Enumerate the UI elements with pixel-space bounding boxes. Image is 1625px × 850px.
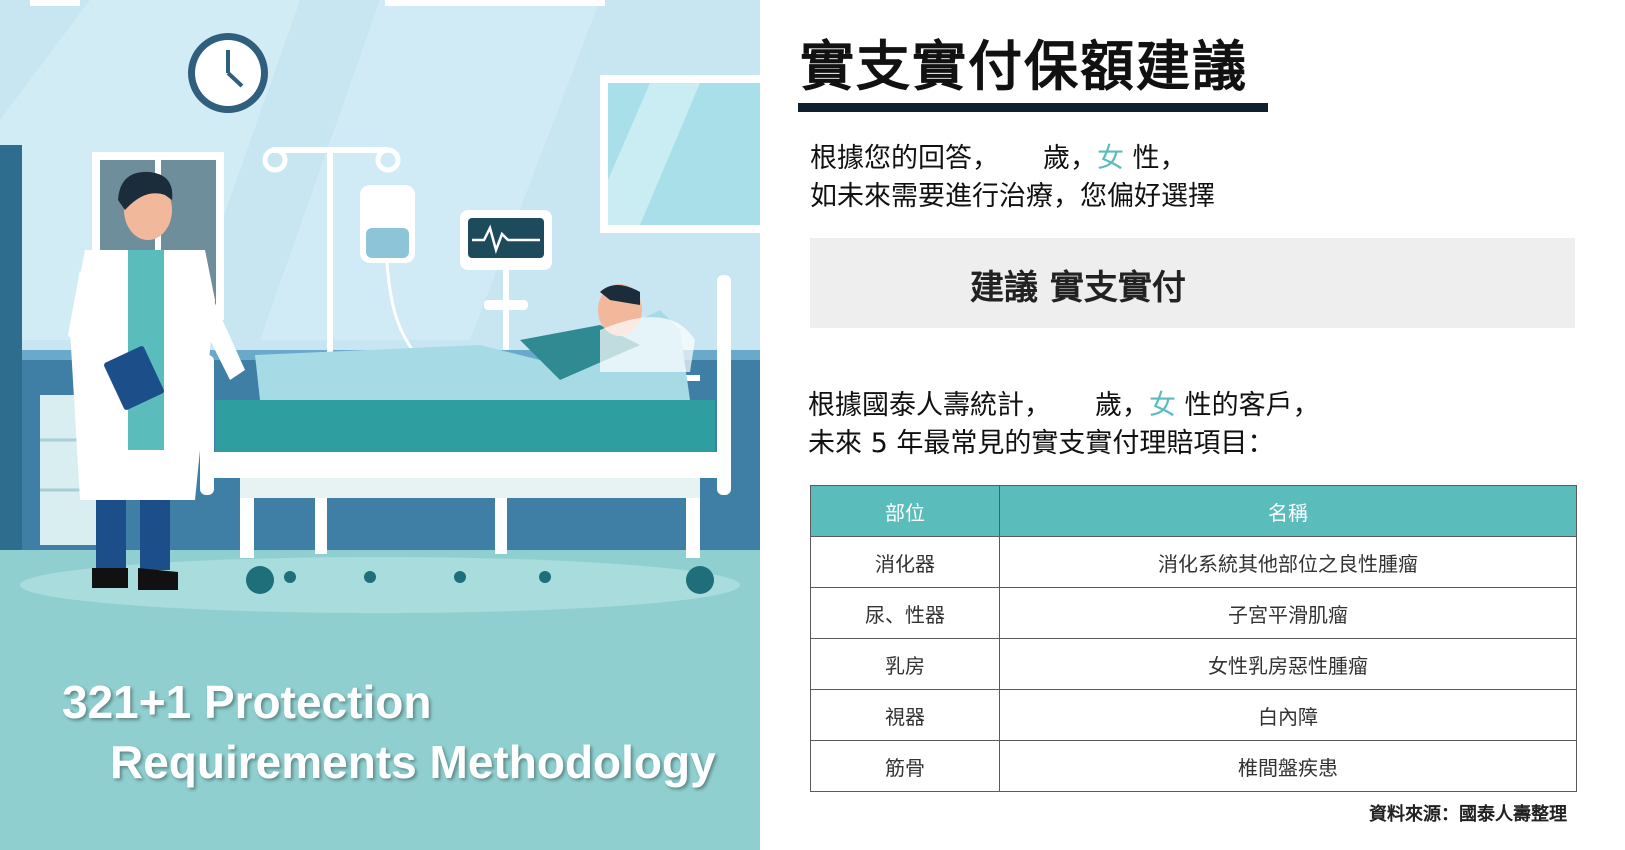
stats-gender-suffix: 性的客戶， (1184, 390, 1320, 421)
stats-gender: 女 (1149, 390, 1176, 421)
body-part-cell: 筋骨 (810, 740, 1000, 792)
body-part-cell: 視器 (810, 689, 1000, 741)
intro-paragraph: 根據您的回答， 歲，女 性， 如未來需要進行治療，您偏好選擇 (810, 140, 1215, 216)
stats-prefix: 根據國泰人壽統計， (808, 390, 1051, 421)
hospital-illustration: 321+1 Protection Requirements Methodolog… (0, 0, 760, 850)
table-header-row: 部位 名稱 (810, 485, 1577, 537)
clock-icon (188, 33, 268, 113)
stats-line-2: 未來 5 年最常見的實支實付理賠項目： (808, 428, 1275, 459)
data-source-note: 資料來源：國泰人壽整理 (1369, 804, 1567, 825)
recommendation-panel: 實支實付保額建議 根據您的回答， 歲，女 性， 如未來需要進行治療，您偏好選擇 建… (760, 0, 1625, 850)
claims-table: 部位 名稱 消化器 消化系統其他部位之良性腫瘤 尿、性器 子宮平滑肌瘤 乳房 女… (810, 485, 1577, 792)
header-body-part: 部位 (810, 485, 1000, 537)
table-row: 乳房 女性乳房惡性腫瘤 (810, 638, 1577, 690)
header-name: 名稱 (999, 485, 1577, 537)
intro-gender-suffix: 性， (1132, 143, 1187, 174)
intro-gender: 女 (1097, 143, 1124, 174)
condition-cell: 消化系統其他部位之良性腫瘤 (999, 536, 1577, 588)
table-row: 筋骨 椎間盤疾患 (810, 740, 1577, 792)
banner-line-1: 321+1 Protection (62, 676, 432, 728)
body-part-cell: 尿、性器 (810, 587, 1000, 639)
table-row: 視器 白內障 (810, 689, 1577, 741)
condition-cell: 子宮平滑肌瘤 (999, 587, 1577, 639)
table-row: 尿、性器 子宮平滑肌瘤 (810, 587, 1577, 639)
body-part-cell: 消化器 (810, 536, 1000, 588)
intro-prefix: 根據您的回答， (810, 143, 999, 174)
body-part-cell: 乳房 (810, 638, 1000, 690)
table-row: 消化器 消化系統其他部位之良性腫瘤 (810, 536, 1577, 588)
title-underline (798, 103, 1268, 112)
recommendation-box: 建議 實支實付 (810, 238, 1575, 328)
methodology-banner: 321+1 Protection Requirements Methodolog… (62, 672, 716, 792)
recommendation-text: 建議 實支實付 (970, 268, 1186, 308)
condition-cell: 女性乳房惡性腫瘤 (999, 638, 1577, 690)
condition-cell: 白內障 (999, 689, 1577, 741)
intro-line-2: 如未來需要進行治療，您偏好選擇 (810, 181, 1215, 212)
stats-paragraph: 根據國泰人壽統計， 歲，女 性的客戶， 未來 5 年最常見的實支實付理賠項目： (808, 387, 1320, 463)
intro-age-unit: 歲， (1043, 143, 1097, 174)
stats-age-unit: 歲， (1095, 390, 1149, 421)
banner-line-2: Requirements Methodology (110, 736, 716, 788)
page-title: 實支實付保額建議 (800, 35, 1248, 98)
condition-cell: 椎間盤疾患 (999, 740, 1577, 792)
